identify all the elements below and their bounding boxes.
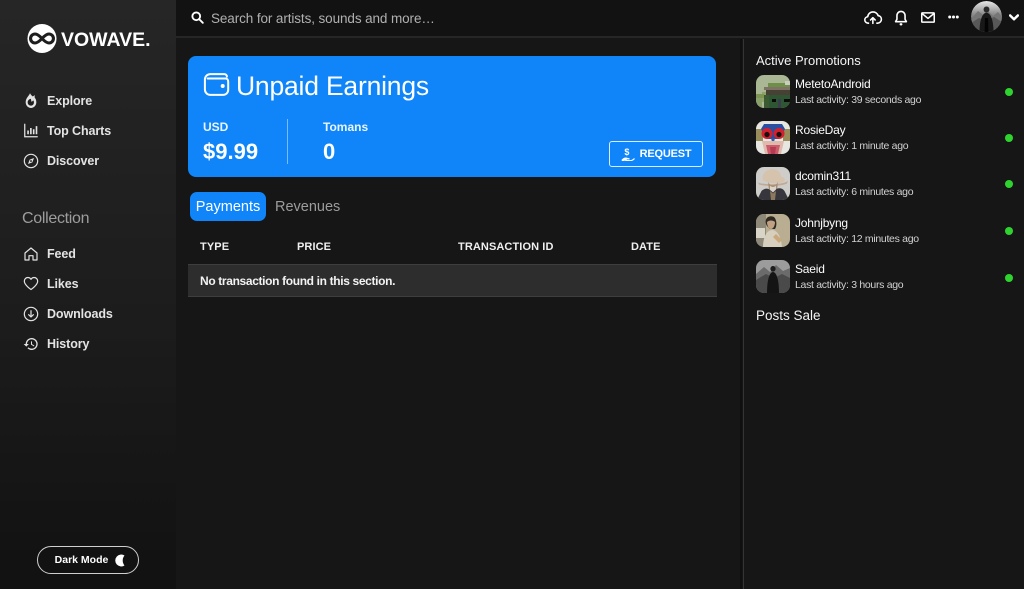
svg-text:$: $ <box>624 148 629 157</box>
